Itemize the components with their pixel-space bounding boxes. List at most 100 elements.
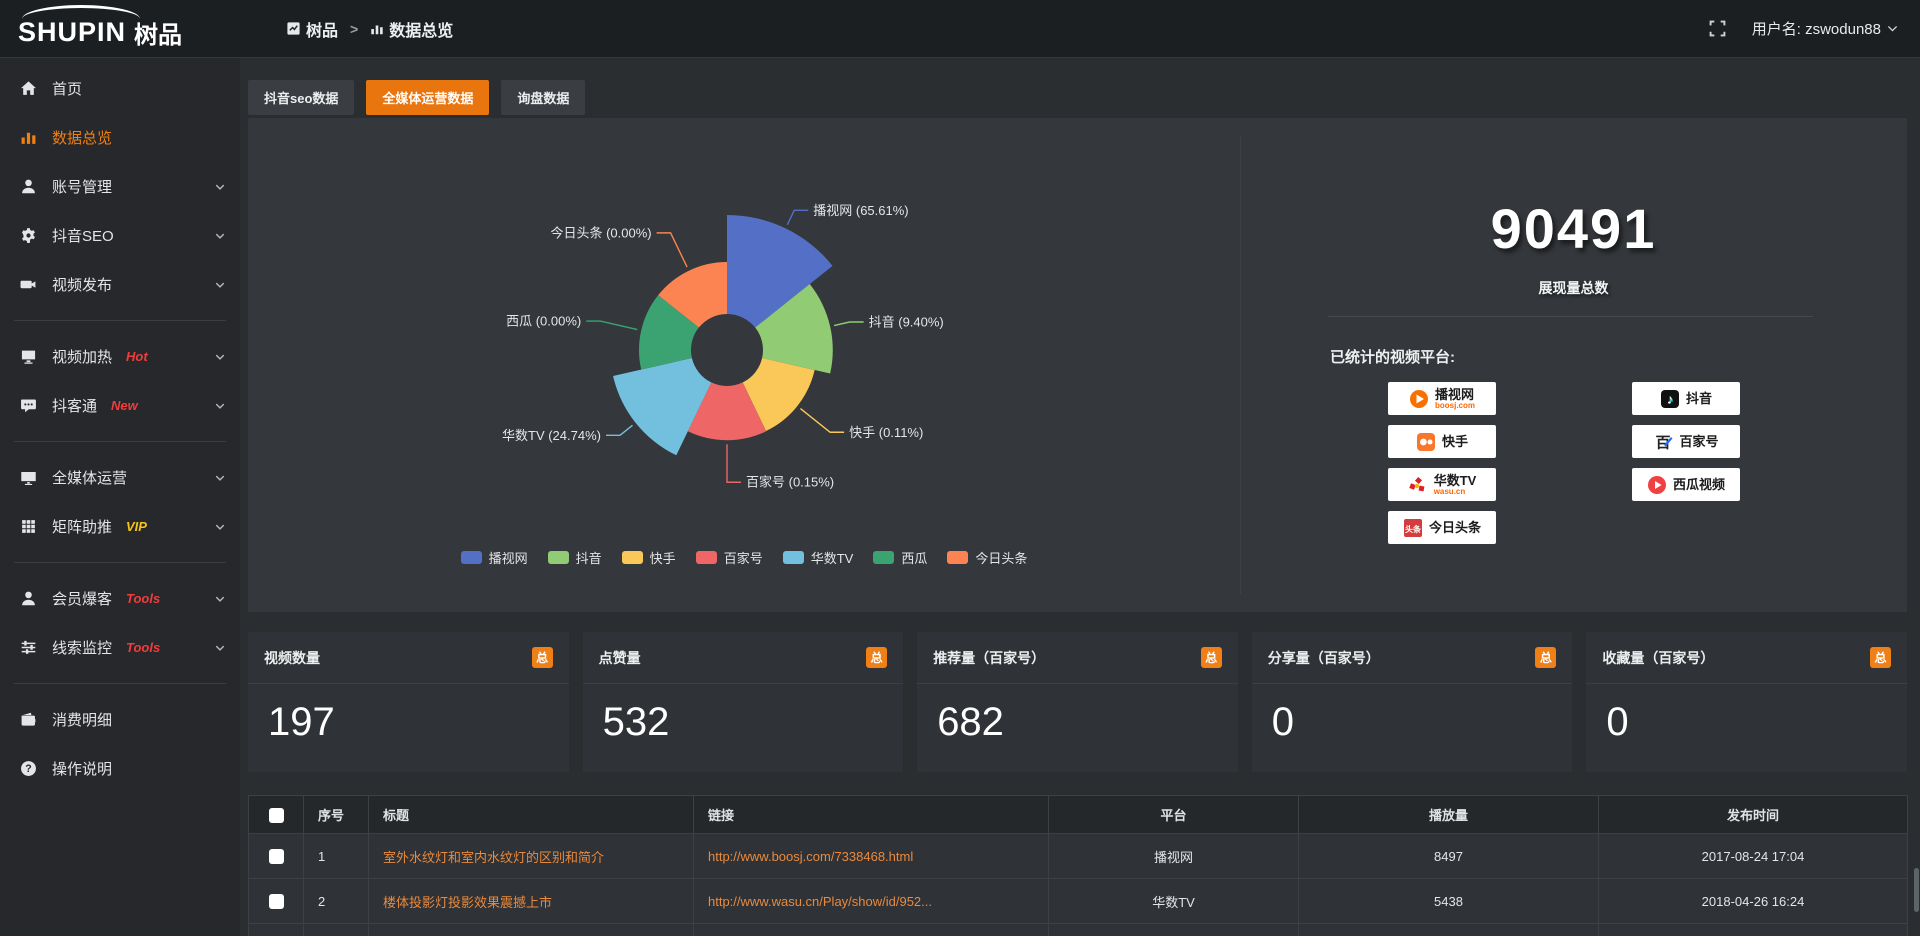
total-impressions-label: 展现量总数 (1240, 278, 1907, 298)
cell-time: 2017-08-24 17:04 (1599, 834, 1908, 879)
legend-item-抖音[interactable]: 抖音 (548, 548, 602, 567)
table-row-partial (249, 924, 1908, 936)
total-badge: 总 (866, 647, 887, 668)
overview-panel: 播视网 (65.61%)抖音 (9.40%)快手 (0.11%)百家号 (0.1… (248, 118, 1907, 612)
sidebar-item-badge: Tools (126, 591, 160, 606)
legend-item-华数TV[interactable]: 华数TV (783, 548, 854, 567)
sidebar-item-video-heat[interactable]: 视频加热Hot (0, 332, 240, 381)
row-checkbox[interactable] (269, 894, 284, 909)
chevron-down-icon (214, 181, 226, 193)
sidebar-item-member[interactable]: 会员爆客Tools (0, 574, 240, 623)
platform-badge-快手: 快手 (1388, 425, 1496, 458)
tab-3[interactable]: 询盘数据 (501, 80, 585, 115)
sidebar-item-badge: New (111, 398, 138, 413)
sidebar-item-home[interactable]: 首页 (0, 64, 240, 113)
stat-card-5: 收藏量（百家号）总0 (1586, 632, 1907, 772)
username[interactable]: 用户名: zswodun88 (1752, 18, 1898, 39)
stat-cards-row: 视频数量总197点赞量总532推荐量（百家号）总682分享量（百家号）总0收藏量… (248, 632, 1907, 772)
legend-item-播视网[interactable]: 播视网 (461, 548, 528, 567)
sidebar-item-seo-gear[interactable]: 抖音SEO (0, 211, 240, 260)
app-square-icon (286, 21, 301, 36)
sidebar-item-media-ops[interactable]: 全媒体运营 (0, 453, 240, 502)
chevron-down-icon (1887, 23, 1898, 34)
stat-card-value: 0 (1252, 684, 1573, 761)
stat-card-2: 点赞量总532 (583, 632, 904, 772)
sidebar-divider (14, 683, 226, 684)
breadcrumb-current[interactable]: 数据总览 (370, 17, 453, 41)
legend-item-西瓜[interactable]: 西瓜 (873, 548, 927, 567)
breadcrumb-root-label: 树品 (306, 17, 338, 41)
column-header-5: 播放量 (1299, 796, 1599, 834)
legend-item-快手[interactable]: 快手 (622, 548, 676, 567)
wasu-icon (1408, 475, 1428, 495)
breadcrumb-root[interactable]: 树品 (286, 17, 338, 41)
legend-label: 快手 (650, 548, 676, 567)
sidebar-item-help[interactable]: ?操作说明 (0, 744, 240, 793)
pie-label-line (800, 409, 844, 433)
row-checkbox[interactable] (269, 849, 284, 864)
stat-card-value: 682 (917, 684, 1238, 761)
legend-label: 今日头条 (975, 548, 1027, 567)
svg-text:头条: 头条 (1405, 524, 1422, 534)
stat-card-label: 点赞量 (599, 648, 641, 668)
tab-2[interactable]: 全媒体运营数据 (366, 80, 489, 115)
sidebar-item-label: 数据总览 (52, 127, 112, 148)
sidebar-item-data-overview[interactable]: 数据总览 (0, 113, 240, 162)
tab-1[interactable]: 抖音seo数据 (248, 80, 354, 115)
sidebar-item-expense[interactable]: 消费明细 (0, 695, 240, 744)
svg-text:?: ? (25, 763, 31, 775)
stat-card-value: 197 (248, 684, 569, 761)
sidebar-item-label: 抖音SEO (52, 225, 114, 246)
platform-subtext: wasu.cn (1434, 487, 1466, 496)
chart-legend: 播视网 抖音 快手 百家号 华数TV 西瓜 今日头条 (248, 548, 1240, 567)
sidebar-item-clue-monitor[interactable]: 线索监控Tools (0, 623, 240, 672)
legend-label: 播视网 (489, 548, 528, 567)
data-overview-icon (20, 129, 37, 146)
fullscreen-icon[interactable] (1709, 20, 1726, 37)
logo-arc (22, 5, 140, 19)
sidebar-item-video-publish[interactable]: 视频发布 (0, 260, 240, 309)
legend-item-今日头条[interactable]: 今日头条 (947, 548, 1027, 567)
dashboard-app: SHUPIN 树品 树品 > 数据总览 用户名: zswodun88 首页数 (0, 0, 1920, 936)
stat-card-label: 收藏量（百家号） (1602, 648, 1714, 668)
sidebar-item-account[interactable]: 账号管理 (0, 162, 240, 211)
legend-item-百家号[interactable]: 百家号 (696, 548, 763, 567)
seo-gear-icon (20, 227, 37, 244)
logo-text: SHUPIN (18, 17, 126, 48)
summary-divider (1328, 316, 1813, 317)
home-icon (20, 80, 37, 97)
platform-badge-西瓜视频: 西瓜视频 (1632, 468, 1740, 501)
cell-title[interactable]: 楼体投影灯投影效果震撼上市 (369, 879, 694, 924)
kuaishou-icon (1416, 432, 1436, 452)
sidebar-item-matrix-boost[interactable]: 矩阵助推VIP (0, 502, 240, 551)
legend-swatch (783, 551, 804, 564)
scrollbar-thumb[interactable] (1914, 868, 1919, 912)
stat-card-header: 推荐量（百家号）总 (917, 632, 1238, 684)
cell-title[interactable]: 室外水纹灯和室内水纹灯的区别和简介 (369, 834, 694, 879)
cell-link[interactable]: http://www.boosj.com/7338468.html (694, 834, 1049, 879)
main-content: 抖音seo数据全媒体运营数据询盘数据 播视网 (65.61%)抖音 (9.40%… (240, 58, 1920, 936)
pie-label-line (834, 322, 864, 326)
logo-suffix: 树品 (134, 15, 182, 50)
username-label: 用户名: zswodun88 (1752, 18, 1881, 39)
pie-label-line (657, 233, 687, 267)
select-all-checkbox[interactable] (269, 808, 284, 823)
sidebar: 首页数据总览账号管理抖音SEO 视频发布视频加热Hot 抖客通 New 全媒体运营矩阵助… (0, 58, 240, 936)
sidebar-item-badge: VIP (126, 519, 147, 534)
pie-label-line (606, 425, 633, 435)
sidebar-item-label: 抖客通 (52, 395, 97, 416)
stat-card-label: 视频数量 (264, 648, 320, 668)
stat-card-4: 分享量（百家号）总0 (1252, 632, 1573, 772)
cell-link[interactable]: http://www.wasu.cn/Play/show/id/952... (694, 879, 1049, 924)
video-table-wrap: 序号标题链接平台播放量发布时间 1室外水纹灯和室内水纹灯的区别和简介http:/… (248, 795, 1907, 936)
pie-slice-华数TV[interactable] (613, 358, 711, 455)
cell-time: 2018-04-26 16:24 (1599, 879, 1908, 924)
sidebar-item-badge: Hot (126, 349, 148, 364)
total-badge: 总 (1535, 647, 1556, 668)
cell-plays: 8497 (1299, 834, 1599, 879)
sidebar-divider (14, 562, 226, 563)
stat-card-header: 收藏量（百家号）总 (1586, 632, 1907, 684)
sidebar-item-douketong[interactable]: 抖客通 New (0, 381, 240, 430)
media-ops-icon (20, 469, 37, 486)
legend-swatch (461, 551, 482, 564)
